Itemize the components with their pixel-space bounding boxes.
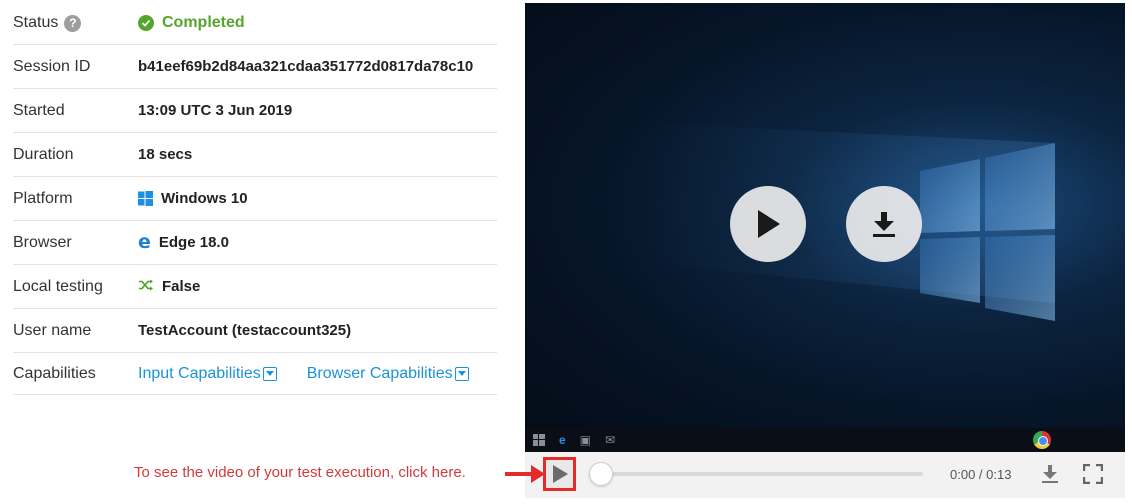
platform-row: Platform Windows 10 (13, 177, 497, 221)
session-id-label: Session ID (13, 57, 91, 75)
duration-value: 18 secs (138, 146, 193, 163)
play-button[interactable] (543, 457, 576, 491)
input-capabilities-label: Input Capabilities (138, 364, 261, 382)
caret-down-icon[interactable] (454, 366, 469, 381)
player-controls: 0:00 / 0:13 (525, 452, 1125, 498)
session-id-row: Session ID b41eef69b2d84aa321cdaa351772d… (13, 45, 497, 89)
user-name-row: User name TestAccount (testaccount325) (13, 309, 497, 353)
annotation-text: To see the video of your test execution,… (134, 464, 466, 481)
status-value: Completed (162, 14, 245, 31)
progress-track[interactable] (590, 472, 923, 476)
browser-value: Edge 18.0 (158, 234, 229, 251)
user-name-value: TestAccount (testaccount325) (138, 322, 352, 339)
windows-taskbar: e ▣ ✉ (525, 428, 1125, 452)
browser-label: Browser (13, 233, 72, 251)
local-testing-label: Local testing (13, 277, 103, 295)
fullscreen-button[interactable] (1082, 463, 1104, 489)
chrome-icon (1033, 431, 1051, 449)
capabilities-row: Capabilities Input Capabilities Browser … (13, 353, 497, 395)
started-row: Started 13:09 UTC 3 Jun 2019 (13, 89, 497, 133)
big-play-button[interactable] (730, 186, 806, 262)
play-icon (552, 465, 568, 483)
caret-down-icon[interactable] (262, 366, 277, 381)
local-testing-value: False (162, 278, 201, 295)
session-details-table: Status ? Completed Session ID b41eef69b2… (13, 2, 497, 395)
mail-icon: ✉ (605, 433, 616, 447)
platform-value: Windows 10 (161, 190, 248, 207)
shuffle-icon (138, 278, 154, 295)
browser-capabilities-label: Browser Capabilities (306, 364, 453, 382)
big-download-button[interactable] (846, 186, 922, 262)
video-player[interactable]: e ▣ ✉ (525, 3, 1125, 452)
browser-row: Browser e Edge 18.0 (13, 221, 497, 265)
status-label: Status (13, 14, 59, 31)
duration-row: Duration 18 secs (13, 133, 497, 177)
time-display: 0:00 / 0:13 (950, 467, 1012, 482)
input-capabilities-link[interactable]: Input Capabilities (138, 365, 277, 383)
check-circle-icon (138, 15, 154, 31)
user-name-label: User name (13, 321, 92, 339)
play-icon (758, 210, 780, 238)
session-id-value: b41eef69b2d84aa321cdaa351772d0817da78c10 (138, 58, 474, 75)
status-row: Status ? Completed (13, 2, 497, 45)
browser-capabilities-link[interactable]: Browser Capabilities (307, 365, 469, 383)
duration-label: Duration (13, 145, 74, 163)
annotation-arrow-icon (505, 465, 545, 483)
progress-handle[interactable] (589, 462, 613, 486)
windows-wallpaper (645, 123, 1055, 321)
download-button[interactable] (1041, 464, 1059, 489)
help-icon[interactable]: ? (64, 14, 82, 32)
started-label: Started (13, 101, 65, 119)
download-icon (1042, 465, 1058, 483)
local-testing-row: Local testing False (13, 265, 497, 309)
edge-taskbar-icon: e (559, 433, 566, 447)
platform-label: Platform (13, 189, 73, 207)
edge-icon: e (138, 231, 151, 253)
download-icon (873, 212, 895, 237)
store-icon: ▣ (579, 433, 592, 447)
windows-icon (138, 191, 153, 206)
start-icon (533, 434, 545, 446)
started-value: 13:09 UTC 3 Jun 2019 (138, 102, 293, 119)
capabilities-label: Capabilities (13, 364, 96, 382)
fullscreen-icon (1082, 463, 1104, 485)
